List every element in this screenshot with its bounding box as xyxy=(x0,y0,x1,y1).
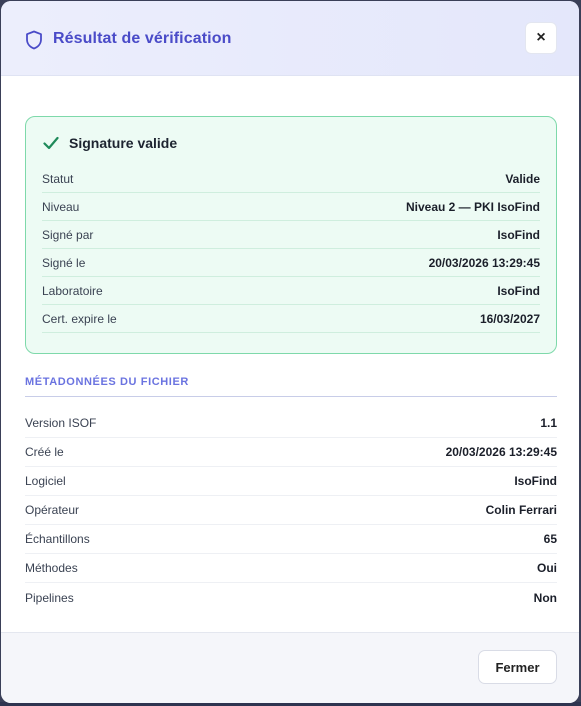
row-label: Signé le xyxy=(42,255,86,270)
row-value: Valide xyxy=(505,171,540,186)
close-button[interactable]: × xyxy=(525,22,557,54)
signature-row: Signé le 20/03/2026 13:29:45 xyxy=(42,249,540,277)
metadata-row: Logiciel IsoFind xyxy=(25,467,557,496)
row-value: IsoFind xyxy=(497,227,540,242)
metadata-list: Version ISOF 1.1 Créé le 20/03/2026 13:2… xyxy=(25,409,557,612)
row-label: Cert. expire le xyxy=(42,311,117,326)
signature-details: Statut Valide Niveau Niveau 2 — PKI IsoF… xyxy=(42,165,540,333)
signature-row: Cert. expire le 16/03/2027 xyxy=(42,305,540,333)
row-value: 20/03/2026 13:29:45 xyxy=(428,255,540,270)
check-icon xyxy=(43,136,59,150)
metadata-row: Méthodes Oui xyxy=(25,554,557,583)
metadata-row: Opérateur Colin Ferrari xyxy=(25,496,557,525)
dialog-header: Résultat de vérification × xyxy=(1,1,579,76)
signature-row: Statut Valide xyxy=(42,165,540,193)
row-value: Non xyxy=(533,590,557,605)
row-value: IsoFind xyxy=(514,474,557,488)
row-value: Niveau 2 — PKI IsoFind xyxy=(405,199,540,214)
signature-header: Signature valide xyxy=(43,135,177,151)
row-label: Logiciel xyxy=(25,474,66,488)
row-value: 1.1 xyxy=(540,416,557,430)
row-value: IsoFind xyxy=(497,283,540,298)
signature-status-title: Signature valide xyxy=(69,135,178,151)
verification-dialog: Résultat de vérification × Signature val… xyxy=(1,1,579,703)
row-label: Niveau xyxy=(42,199,80,214)
dialog-footer: Fermer xyxy=(1,632,579,703)
metadata-section-title: MÉTADONNÉES DU FICHIER xyxy=(25,376,189,388)
row-label: Échantillons xyxy=(25,532,90,546)
shield-icon xyxy=(26,30,42,50)
row-value: 16/03/2027 xyxy=(479,311,540,326)
row-value: Colin Ferrari xyxy=(485,503,557,517)
row-label: Méthodes xyxy=(25,561,78,575)
row-label: Pipelines xyxy=(25,590,74,605)
row-label: Version ISOF xyxy=(25,416,97,430)
row-label: Créé le xyxy=(25,445,64,459)
signature-row: Signé par IsoFind xyxy=(42,221,540,249)
signature-card: Signature valide Statut Valide Niveau Ni… xyxy=(25,116,557,354)
fermer-button[interactable]: Fermer xyxy=(478,650,557,684)
section-divider xyxy=(25,396,557,397)
row-label: Signé par xyxy=(42,227,94,242)
row-value: 65 xyxy=(543,532,557,546)
dialog-title: Résultat de vérification xyxy=(53,30,232,47)
row-label: Statut xyxy=(42,171,74,186)
metadata-row: Créé le 20/03/2026 13:29:45 xyxy=(25,438,557,467)
signature-row: Laboratoire IsoFind xyxy=(42,277,540,305)
metadata-row: Échantillons 65 xyxy=(25,525,557,554)
metadata-row: Version ISOF 1.1 xyxy=(25,409,557,438)
signature-row: Niveau Niveau 2 — PKI IsoFind xyxy=(42,193,540,221)
row-value: 20/03/2026 13:29:45 xyxy=(445,445,557,459)
row-value: Oui xyxy=(537,561,557,575)
row-label: Laboratoire xyxy=(42,283,103,298)
row-label: Opérateur xyxy=(25,503,80,517)
metadata-row: Pipelines Non xyxy=(25,583,557,612)
close-icon: × xyxy=(536,29,546,46)
